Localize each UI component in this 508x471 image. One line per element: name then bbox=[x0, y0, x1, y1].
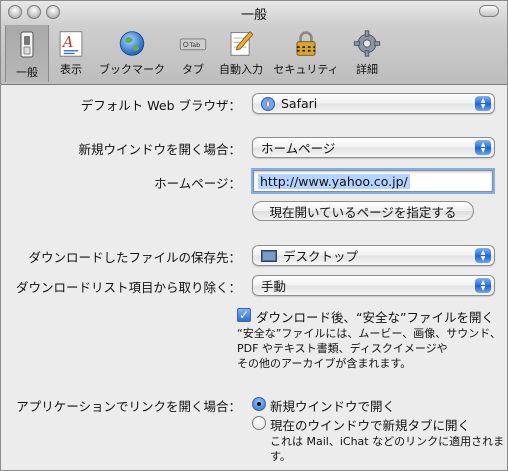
tab-autofill[interactable]: 自動入力 bbox=[215, 27, 267, 77]
tab-security-label: セキュリティ bbox=[273, 63, 339, 76]
new-window-label: 新規ウインドウを開く場合： bbox=[78, 142, 241, 157]
window-title: 一般 bbox=[240, 8, 267, 23]
open-links-new-window-radio[interactable] bbox=[252, 397, 266, 411]
tab-advanced[interactable]: 詳細 bbox=[345, 27, 389, 77]
open-links-label: アプリケーションでリンクを開く場合： bbox=[16, 399, 241, 414]
popup-arrows-icon: ▲ ▼ bbox=[475, 278, 491, 293]
tab-bookmarks[interactable]: ブックマーク bbox=[93, 27, 171, 77]
gear-icon bbox=[353, 30, 381, 57]
safe-files-note-line: その他のアーカイブが含まれます。 bbox=[237, 357, 412, 370]
general-preferences-pane: デフォルト Web ブラウザ： Safari ▲ ▼ 新規ウインドウを開く場合： … bbox=[1, 86, 507, 470]
open-links-note: これは Mail、iChat などのリンクに適用されます。 bbox=[270, 435, 505, 463]
remove-downloads-label: ダウンロードリスト項目から取り除く： bbox=[15, 280, 241, 295]
safari-compass-icon bbox=[261, 96, 275, 111]
open-safe-files-label: ダウンロード後、“安全な”ファイルを開く bbox=[256, 310, 494, 325]
safe-files-note-line: “安全な”ファイルには、ムービー、画像、サウンド、 bbox=[237, 327, 501, 340]
tab-appearance-label: 表示 bbox=[60, 63, 82, 76]
tab-security[interactable]: セキュリティ bbox=[267, 27, 345, 77]
set-to-current-page-button[interactable]: 現在開いているページを指定する bbox=[252, 201, 474, 221]
svg-text:A: A bbox=[61, 35, 73, 51]
home-page-value: http://www.yahoo.co.jp/ bbox=[258, 173, 410, 189]
preferences-window: 一般 一般 A 表示 ブックマーク Tab タブ 自動入力 セキュリティ 詳細 … bbox=[0, 0, 508, 471]
remove-downloads-popup[interactable]: 手動 ▲ ▼ bbox=[252, 275, 495, 296]
preferences-toolbar: 一般 A 表示 ブックマーク Tab タブ 自動入力 セキュリティ 詳細 bbox=[5, 25, 389, 82]
popup-arrows-icon: ▲ ▼ bbox=[475, 96, 491, 111]
default-browser-value: Safari bbox=[281, 96, 318, 111]
desktop-folder-icon bbox=[261, 249, 277, 262]
new-window-popup[interactable]: ホームページ ▲ ▼ bbox=[252, 137, 495, 158]
default-browser-label: デフォルト Web ブラウザ： bbox=[80, 98, 241, 113]
globe-icon bbox=[119, 31, 145, 56]
tab-advanced-label: 詳細 bbox=[356, 63, 378, 76]
tab-icon: Tab bbox=[179, 38, 207, 51]
new-window-value: ホームページ bbox=[261, 141, 336, 156]
tab-tabs-label: タブ bbox=[182, 63, 204, 76]
open-safe-files-checkbox[interactable]: ✓ bbox=[237, 308, 251, 322]
default-browser-popup[interactable]: Safari ▲ ▼ bbox=[252, 93, 495, 114]
popup-arrows-icon: ▲ ▼ bbox=[475, 140, 491, 155]
tab-autofill-label: 自動入力 bbox=[219, 63, 263, 76]
home-page-field[interactable]: http://www.yahoo.co.jp/ bbox=[253, 170, 493, 192]
tab-tabs[interactable]: Tab タブ bbox=[171, 27, 215, 77]
tab-general[interactable]: 一般 bbox=[5, 25, 49, 82]
download-location-label: ダウンロードしたファイルの保存先： bbox=[28, 250, 241, 265]
download-location-popup[interactable]: デスクトップ ▲ ▼ bbox=[252, 245, 495, 266]
remove-downloads-value: 手動 bbox=[261, 279, 287, 294]
open-links-new-tab-label: 現在のウインドウで新規タブに開く bbox=[270, 418, 471, 433]
tab-bookmarks-label: ブックマーク bbox=[99, 63, 165, 76]
lock-icon bbox=[296, 31, 316, 56]
title-bar: 一般 一般 A 表示 ブックマーク Tab タブ 自動入力 セキュリティ 詳細 bbox=[1, 1, 507, 85]
home-page-label: ホームページ： bbox=[154, 176, 241, 191]
font-icon: A bbox=[59, 31, 83, 57]
safe-files-note: “安全な”ファイルには、ムービー、画像、サウンド、 PDF やテキスト書類、ディ… bbox=[237, 326, 501, 371]
tab-general-label: 一般 bbox=[16, 66, 38, 79]
svg-text:Tab: Tab bbox=[188, 42, 200, 49]
open-links-new-tab-radio[interactable] bbox=[252, 416, 266, 430]
download-location-value: デスクトップ bbox=[283, 249, 359, 264]
switch-icon bbox=[20, 31, 34, 58]
toolbar-toggle-button[interactable] bbox=[479, 5, 499, 17]
safe-files-note-line: PDF やテキスト書類、ディスクイメージや bbox=[237, 342, 448, 355]
popup-arrows-icon: ▲ ▼ bbox=[475, 248, 491, 263]
open-links-new-window-label: 新規ウインドウで開く bbox=[270, 399, 396, 414]
pencil-form-icon bbox=[230, 31, 254, 56]
tab-appearance[interactable]: A 表示 bbox=[49, 27, 93, 77]
